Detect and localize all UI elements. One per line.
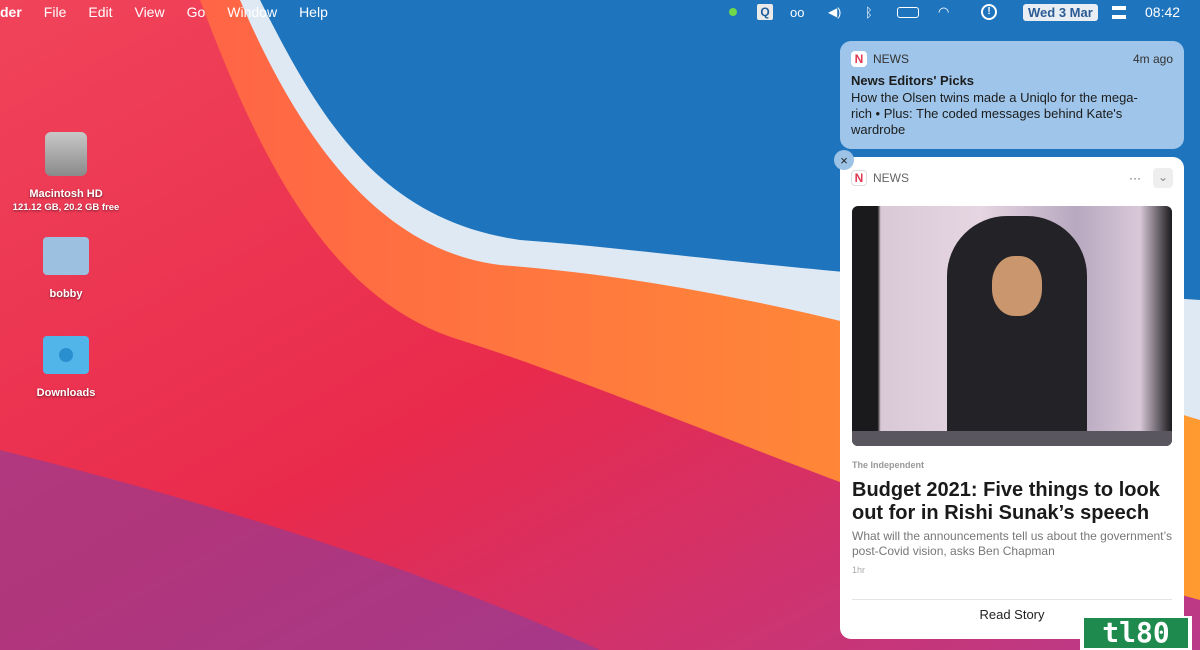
desktop-icon-downloads[interactable]: Downloads: [11, 336, 121, 399]
close-icon: ×: [840, 152, 848, 168]
control-center-icon[interactable]: [1112, 5, 1126, 19]
story-source: The Independent: [852, 460, 924, 470]
icon-sublabel: 121.12 GB, 20.2 GB free: [12, 202, 120, 213]
watermark-logo: tl80: [1080, 616, 1192, 650]
notification-body: How the Olsen twins made a Uniqlo for th…: [851, 90, 1138, 137]
icon-label: Macintosh HD: [29, 188, 103, 200]
story-age: 1hr: [852, 565, 866, 575]
menu-help[interactable]: Help: [299, 4, 328, 20]
news-app-icon: N: [851, 51, 867, 67]
menu-view[interactable]: View: [134, 4, 164, 20]
downloads-folder-icon: [43, 336, 89, 374]
hard-drive-icon: [45, 132, 87, 176]
info-icon[interactable]: !: [981, 4, 997, 20]
menu-app-name[interactable]: der: [0, 4, 22, 20]
notification-app-name: NEWS: [873, 171, 909, 185]
story-image: [852, 206, 1172, 446]
icon-label: Downloads: [36, 387, 96, 399]
chevron-down-icon[interactable]: ⌄: [1153, 168, 1173, 188]
desktop-icon-bobby[interactable]: bobby: [11, 237, 121, 300]
menu-go[interactable]: Go: [187, 4, 206, 20]
menu-time[interactable]: 08:42: [1145, 4, 1180, 20]
story-summary: What will the announcements tell us abou…: [852, 529, 1172, 558]
notification-app-name: NEWS: [873, 52, 909, 66]
watermark-text: tl80: [1084, 618, 1188, 648]
menu-bar: der File Edit View Go Window Help Q oo ◀…: [0, 0, 1200, 24]
bluetooth-icon[interactable]: ᛒ: [865, 5, 873, 20]
more-options-button[interactable]: ···: [1129, 171, 1141, 185]
menu-window[interactable]: Window: [227, 4, 277, 20]
notification-news-story[interactable]: N NEWS ··· ⌄ The Independent Budget 2021…: [840, 157, 1184, 639]
battery-charging-icon[interactable]: [897, 6, 919, 18]
folder-icon: [43, 237, 89, 275]
menu-edit[interactable]: Edit: [88, 4, 112, 20]
icon-label: bobby: [49, 288, 83, 300]
story-headline[interactable]: Budget 2021: Five things to look out for…: [852, 479, 1172, 525]
menu-date[interactable]: Wed 3 Mar: [1023, 3, 1098, 21]
wifi-icon[interactable]: ◠: [938, 4, 949, 20]
menu-file[interactable]: File: [44, 4, 67, 20]
close-notification-button[interactable]: ×: [834, 150, 854, 170]
notification-title: News Editors' Picks: [851, 73, 975, 88]
divider: [852, 599, 1172, 600]
desktop-icon-macintosh-hd[interactable]: Macintosh HD 121.12 GB, 20.2 GB free: [11, 132, 121, 213]
green-dot-icon[interactable]: [729, 8, 737, 16]
glasses-icon[interactable]: oo: [790, 5, 804, 20]
volume-icon[interactable]: ◀︎): [828, 5, 841, 19]
news-app-icon: N: [851, 170, 867, 186]
quicktime-icon[interactable]: Q: [757, 4, 773, 20]
notification-time: 4m ago: [1132, 52, 1173, 66]
notification-editors-picks[interactable]: N NEWS 4m ago News Editors' Picks How th…: [840, 41, 1184, 149]
